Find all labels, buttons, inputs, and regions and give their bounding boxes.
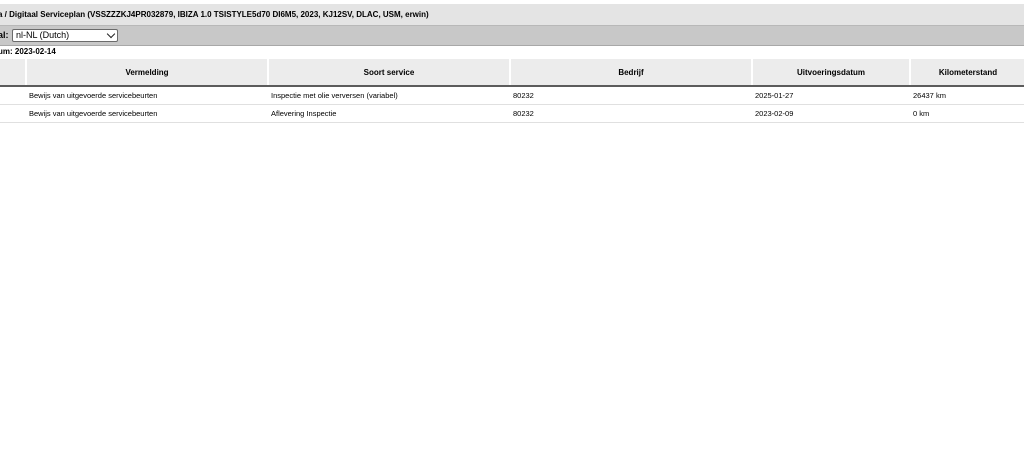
table-cell: 0 km [910,104,1024,123]
date-line: um: 2023-02-14 [0,47,56,56]
table-cell: 26437 km [910,86,1024,105]
table-cell: 2025-01-27 [752,86,910,105]
title-bar: a / Digitaal Serviceplan (VSSZZZKJ4PR032… [0,4,1024,26]
table-cell: Bewijs van uitgevoerde servicebeurten [26,86,268,105]
language-select[interactable]: nl-NL (Dutch) [12,29,118,42]
table-cell: Inspectie met olie verversen (variabel) [268,86,510,105]
table-row[interactable]: Bewijs van uitgevoerde servicebeurten Af… [0,104,1024,123]
column-header-uitvoeringsdatum[interactable]: Uitvoeringsdatum [752,59,911,87]
service-table: Vermelding Soort service Bedrijf Uitvoer… [0,59,1024,123]
table-cell [0,104,26,123]
table-cell: 80232 [510,86,752,105]
table-row[interactable]: Bewijs van uitgevoerde servicebeurten In… [0,86,1024,105]
column-header-bedrijf[interactable]: Bedrijf [510,59,753,87]
language-select-value: nl-NL (Dutch) [16,30,70,40]
column-header-vermelding[interactable]: Vermelding [26,59,269,87]
table-cell [0,86,26,105]
column-header-soort-service[interactable]: Soort service [268,59,511,87]
table-cell: Bewijs van uitgevoerde servicebeurten [26,104,268,123]
language-label: al: [0,30,9,40]
breadcrumb: a / Digitaal Serviceplan (VSSZZZKJ4PR032… [0,10,429,19]
table-header-row: Vermelding Soort service Bedrijf Uitvoer… [0,59,1024,87]
column-header-kilometerstand[interactable]: Kilometerstand [910,59,1024,87]
table-cell: 2023-02-09 [752,104,910,123]
chevron-down-icon [106,29,116,39]
table-cell: 80232 [510,104,752,123]
column-header-select [0,59,27,87]
table-cell: Aflevering Inspectie [268,104,510,123]
language-bar: al: nl-NL (Dutch) [0,26,1024,46]
